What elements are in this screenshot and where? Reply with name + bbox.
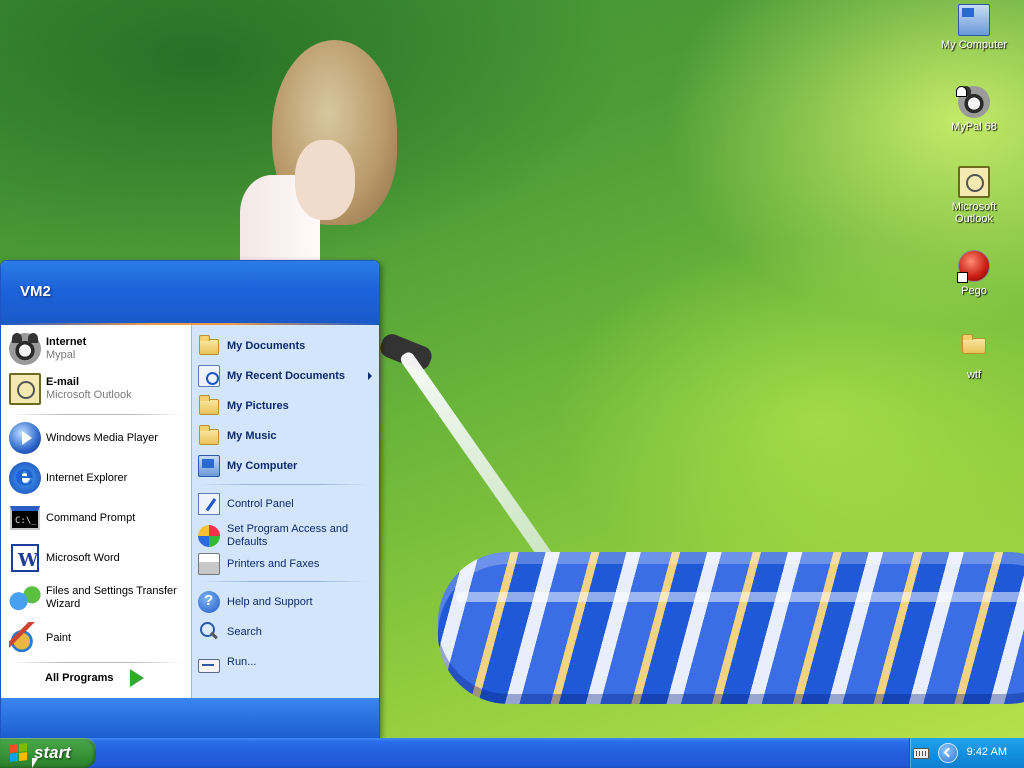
outlook-icon (9, 373, 41, 405)
desktop-icon-wtf-folder[interactable]: wtf (934, 334, 1014, 381)
pinned-item-subtitle: Microsoft Outlook (46, 389, 132, 401)
place-label: My Music (227, 429, 277, 442)
setting-label: Printers and Faxes (227, 557, 320, 570)
user-name: VM2 (20, 283, 51, 300)
recent-item-microsoft-word[interactable]: Microsoft Word (9, 540, 187, 576)
recent-item-transfer-wizard[interactable]: Files and Settings Transfer Wizard (9, 580, 187, 616)
desktop-icon-label: Microsoft Outlook (951, 201, 997, 225)
desktop-icon-my-computer[interactable]: My Computer (934, 4, 1014, 51)
pinned-item-internet[interactable]: Internet Mypal (9, 331, 187, 367)
place-label: My Pictures (227, 399, 289, 412)
clock[interactable]: 9:42 AM (967, 746, 1007, 758)
my-computer-icon (958, 4, 990, 36)
recent-item-label: Command Prompt (46, 511, 136, 524)
setting-label: Control Panel (227, 497, 294, 510)
control-panel-icon (198, 493, 220, 515)
wallpaper-pool (438, 552, 1024, 704)
recent-item-label: Microsoft Word (46, 551, 120, 564)
folder-icon (958, 334, 990, 366)
start-menu: VM2 Internet Mypal E-mail Microsoft Outl… (0, 260, 380, 739)
desktop-icon-label: Pego (961, 285, 987, 297)
place-label: My Recent Documents (227, 369, 345, 382)
word-icon (11, 544, 39, 572)
tool-search[interactable]: Search (198, 619, 378, 645)
mypal-icon (9, 333, 41, 365)
recent-item-label: Files and Settings Transfer Wizard (46, 585, 177, 610)
keyboard-language-icon[interactable] (913, 748, 929, 759)
place-label: My Computer (227, 459, 298, 472)
program-access-icon (198, 525, 220, 547)
menu-separator (11, 414, 183, 415)
place-my-documents[interactable]: My Documents (198, 333, 378, 359)
place-my-music[interactable]: My Music (198, 423, 378, 449)
desktop-icon-label: MyPal 68 (951, 121, 997, 133)
desktop-icon-outlook[interactable]: Microsoft Outlook (934, 166, 1014, 225)
setting-program-access[interactable]: Set Program Access and Defaults (198, 521, 378, 551)
submenu-arrow-icon (368, 372, 372, 380)
setting-label: Set Program Access and Defaults (227, 523, 349, 548)
tool-label: Search (227, 625, 262, 638)
pinned-item-subtitle: Mypal (46, 349, 76, 361)
windows-logo-icon (10, 743, 28, 763)
my-pictures-icon (198, 395, 220, 417)
my-computer-icon (198, 455, 220, 477)
recent-documents-icon (198, 365, 220, 387)
desktop-icon-mypal[interactable]: MyPal 68 (934, 86, 1014, 133)
pinned-item-title: E-mail (46, 376, 80, 388)
recent-item-label: Windows Media Player (46, 431, 158, 444)
internet-explorer-icon (9, 458, 41, 494)
place-my-recent-documents[interactable]: My Recent Documents (198, 363, 378, 389)
recent-item-windows-media-player[interactable]: Windows Media Player (9, 420, 187, 456)
mypal-icon (956, 86, 990, 118)
tool-help-and-support[interactable]: Help and Support (198, 589, 378, 615)
printer-icon (198, 553, 220, 575)
paint-icon (9, 622, 41, 654)
recent-item-paint[interactable]: Paint (9, 620, 187, 656)
green-arrow-icon (126, 668, 146, 688)
pego-icon (957, 250, 990, 283)
recent-item-label: Internet Explorer (46, 471, 128, 484)
search-icon (198, 621, 220, 643)
pinned-item-title: Internet (46, 336, 87, 348)
wallpaper-child (240, 40, 400, 270)
recent-item-internet-explorer[interactable]: Internet Explorer (9, 458, 187, 496)
menu-separator (11, 662, 183, 663)
place-my-pictures[interactable]: My Pictures (198, 393, 378, 419)
outlook-icon (958, 166, 990, 198)
desktop-icon-label: wtf (966, 369, 982, 381)
place-label: My Documents (227, 339, 306, 352)
tool-label: Help and Support (227, 595, 313, 608)
menu-separator (200, 581, 368, 582)
start-button[interactable]: start (0, 738, 96, 768)
place-my-computer[interactable]: My Computer (198, 453, 378, 479)
recent-item-label: Paint (46, 631, 72, 644)
desktop-icon-pego[interactable]: Pego (934, 250, 1014, 297)
start-menu-programs-panel: Internet Mypal E-mail Microsoft Outlook … (1, 325, 191, 698)
pinned-item-email[interactable]: E-mail Microsoft Outlook (9, 371, 187, 407)
show-hidden-icons-chevron-icon[interactable] (938, 743, 958, 763)
mouse-cursor-icon (32, 758, 38, 768)
all-programs-label: All Programs (45, 672, 114, 684)
transfer-wizard-icon (9, 582, 41, 614)
start-label: start (34, 743, 71, 762)
command-prompt-icon (10, 506, 40, 530)
setting-control-panel[interactable]: Control Panel (198, 491, 378, 517)
my-music-icon (198, 425, 220, 447)
start-menu-header: VM2 (1, 261, 379, 325)
tool-label: Run... (227, 655, 257, 668)
taskbar: start 9:42 AM (0, 738, 1024, 768)
help-icon (198, 591, 220, 613)
start-menu-places-panel: My Documents My Recent Documents My Pict… (191, 325, 379, 698)
all-programs-button[interactable]: All Programs (45, 665, 155, 691)
media-player-icon (9, 422, 41, 454)
menu-separator (200, 484, 368, 485)
desktop-icon-label: My Computer (940, 39, 1008, 51)
setting-printers-and-faxes[interactable]: Printers and Faxes (198, 551, 378, 577)
recent-item-command-prompt[interactable]: Command Prompt (9, 500, 187, 536)
tool-run[interactable]: Run... (198, 649, 378, 675)
start-menu-footer (1, 698, 379, 738)
run-icon (198, 659, 220, 673)
my-documents-icon (198, 335, 220, 357)
